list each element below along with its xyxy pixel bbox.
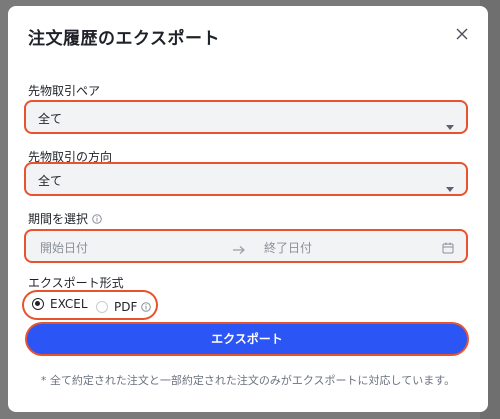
pair-select[interactable]: 全て — [26, 102, 466, 132]
direction-select[interactable]: 全て — [26, 164, 466, 194]
radio-excel-label: EXCEL — [50, 297, 88, 311]
period-label: 期間を選択 — [28, 210, 102, 227]
radio-excel[interactable]: EXCEL — [32, 297, 88, 311]
period-label-text: 期間を選択 — [28, 212, 89, 226]
format-label: エクスポート形式 — [28, 276, 124, 290]
chevron-down-icon — [446, 177, 454, 196]
calendar-icon[interactable] — [442, 239, 454, 258]
modal-title: 注文履歴のエクスポート — [28, 29, 220, 49]
arrow-right-icon — [232, 240, 246, 259]
date-range-picker[interactable]: 開始日付 終了日付 — [26, 231, 466, 261]
export-order-history-modal: 注文履歴のエクスポート 先物取引ペア 全て 先物取引の方向 全て 期間を選択 開… — [8, 6, 488, 412]
start-date-input[interactable]: 開始日付 — [40, 239, 88, 256]
info-icon[interactable] — [92, 213, 102, 227]
export-note: * 全て約定された注文と一部約定された注文のみがエクスポートに対応しています。 — [40, 374, 456, 387]
radio-pdf[interactable]: PDF — [96, 297, 152, 316]
direction-label: 先物取引の方向 — [28, 150, 113, 164]
end-date-input[interactable]: 終了日付 — [264, 239, 312, 256]
close-icon[interactable] — [454, 26, 470, 42]
direction-select-value: 全て — [38, 174, 63, 188]
pair-label: 先物取引ペア — [28, 84, 101, 98]
radio-pdf-indicator — [96, 300, 108, 313]
chevron-down-icon — [446, 115, 454, 134]
info-icon[interactable] — [141, 297, 152, 316]
radio-excel-indicator — [32, 298, 44, 310]
format-radio-group: EXCEL PDF — [24, 292, 156, 318]
radio-pdf-label: PDF — [114, 299, 138, 314]
pair-select-value: 全て — [38, 112, 63, 126]
export-button[interactable]: エクスポート — [27, 324, 467, 354]
